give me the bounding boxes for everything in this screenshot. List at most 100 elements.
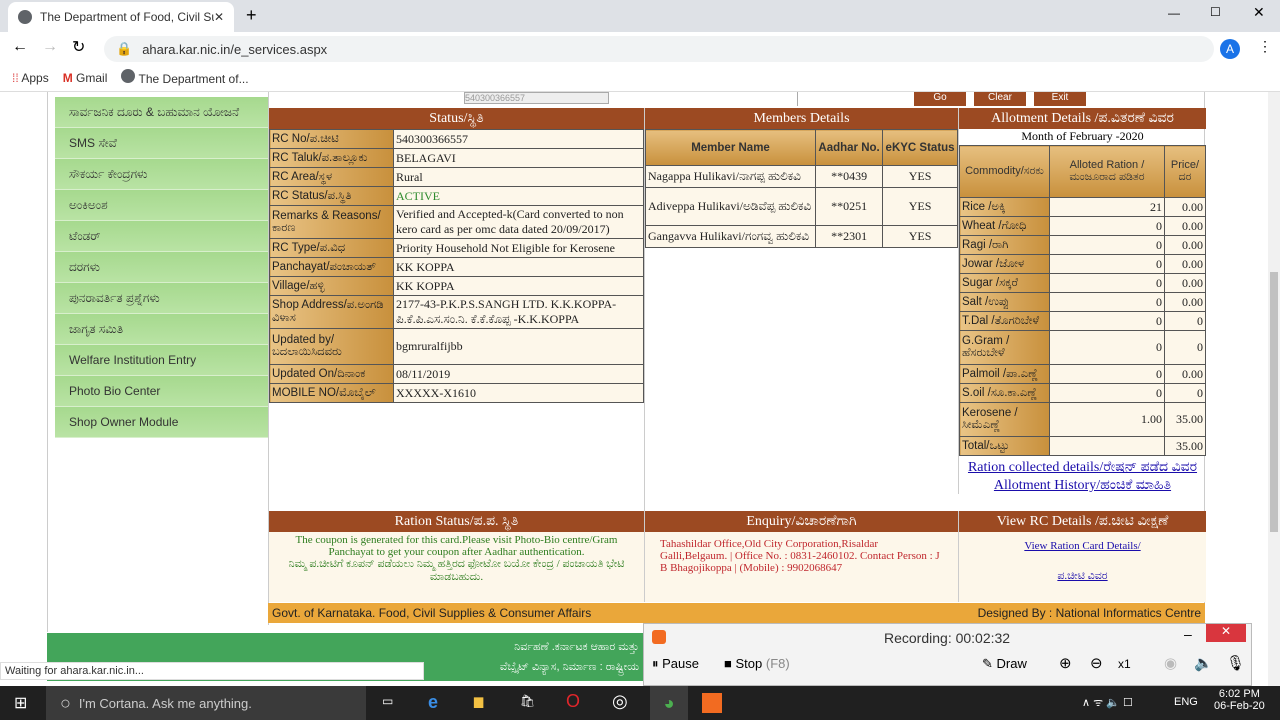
recorder-minimize-button[interactable]: – [1184,626,1192,642]
commodity-price: 0.00 [1163,364,1207,384]
sidebar-item[interactable]: ಜಾಗೃತ ಸಮಿತಿ [55,314,270,345]
view-ration-card-link-kn[interactable]: ಪ.ಚೀಟಿ ವಿವರ [1057,570,1107,582]
clear-button[interactable]: Clear [974,92,1026,106]
ration-status-message: The coupon is generated for this card.Pl… [295,534,618,558]
member-row: Nagappa Hulikavi/ನಾಗಪ್ಪ ಹುಲಿಕವಿ **0439 YES [644,165,958,188]
view-ration-card-link[interactable]: View Ration Card Details/ [1024,540,1140,552]
microphone-icon[interactable]: 🎙 [1226,654,1245,672]
ration-card-panel: 540300366557 Go Clear Exit Status/ಸ್ಥಿತಿ… [268,92,1207,625]
store-icon[interactable]: 🛍 [520,694,535,708]
speaker-icon[interactable]: 🔈 [1194,654,1213,672]
tab-title: The Department of Food, Civil Su [40,10,214,24]
file-explorer-icon[interactable]: ▆ [474,694,483,708]
reload-icon[interactable]: ↻ [72,37,85,57]
webcam-icon[interactable]: ◉ [1164,654,1177,672]
allotment-row: T.Dal /ತೊಗರಿಬೇಳೆ 0 0 [959,311,1207,331]
status-row: Shop Address/ಪ.ಅಂಗಡಿ ವಿಳಾಸ 2177-43-P.K.P.… [269,295,644,329]
close-window-button[interactable]: ✕ [1253,4,1265,21]
allotment-column-header: Alloted Ration /ಮಂಜೂರಾದ ಪಡಿತರ [1049,145,1165,198]
new-tab-button[interactable]: + [246,5,257,26]
sidebar-item[interactable]: ದರಗಳು [55,252,270,283]
allotment-row: Total/ಒಟ್ಟು 35.00 [959,436,1207,456]
zoom-out-icon[interactable]: ⊖ [1090,654,1103,672]
recorder-taskbar-icon[interactable] [702,693,722,713]
rc-number-input[interactable]: 540300366557 [464,92,609,104]
commodity-name: Total/ಒಟ್ಟು [959,436,1050,456]
view-rc-section: View Ration Card Details/ ಪ.ಚೀಟಿ ವಿವರ [958,532,1206,602]
members-table: Member Name Aadhar No. eKYC Status Nagappa … [644,129,958,248]
allotted-quantity: 0 [1049,216,1165,236]
clock[interactable]: 6:02 PM 06-Feb-20 [1214,688,1265,712]
back-icon[interactable]: ← [12,38,28,56]
sidebar: ಸಾರ್ವಜನಿಕ ದೂರು & ಬಹುಮಾನ ಯೋಜನೆ SMS ಸೇವೆ ಸೌಕ… [55,97,270,438]
bookmark-gmail[interactable]: M Gmail [63,71,108,85]
bookmark-apps[interactable]: ⁞⁞ Apps [12,71,49,85]
footer-left: Govt. of Karnataka. Food, Civil Supplies… [272,606,592,620]
status-value: Priority Household Not Eligible for Kero… [393,238,644,258]
sidebar-item[interactable]: ಸೌಕರ್ಯ ಕೇಂದ್ರಗಳು [55,159,270,190]
commodity-price: 0 [1163,383,1207,403]
ration-collected-link[interactable]: Ration collected details/ರೇಷನ್ ಪಡೆದ ವಿವರ [968,460,1197,475]
zoom-level: x1 [1118,657,1131,671]
pause-button[interactable]: ⏸ Pause [652,656,699,672]
allotted-quantity [1049,436,1165,456]
status-label: Village/ಹಳ್ಳಿ [269,276,394,296]
task-view-icon[interactable]: ▭ [382,694,393,708]
sidebar-item[interactable]: ಟೆಂಡರ್ [55,221,270,252]
forward-icon[interactable]: → [42,38,58,56]
commodity-price: 0 [1163,330,1207,365]
exit-button[interactable]: Exit [1034,92,1086,106]
sidebar-item[interactable]: ಸಾರ್ವಜನಿಕ ದೂರು & ಬಹುಮಾನ ಯೋಜನೆ [55,97,270,128]
status-label: Shop Address/ಪ.ಅಂಗಡಿ ವಿಳಾಸ [269,295,394,329]
lock-icon: 🔒 [116,41,133,56]
edge-icon[interactable]: e [428,692,438,713]
allotment-row: Sugar /ಸಕ್ಕರೆ 0 0.00 [959,273,1207,293]
status-value: Verified and Accepted-k(Card converted t… [393,205,644,239]
members-header-row: Member Name Aadhar No. eKYC Status [644,129,958,166]
status-label: Updated On/ದಿನಾಂಕ [269,364,394,384]
cortana-search[interactable]: ○ I'm Cortana. Ask me anything. [46,686,366,720]
sidebar-item[interactable]: Photo Bio Center [55,376,270,407]
minimize-button[interactable]: — [1168,6,1180,20]
commodity-price: 0.00 [1163,273,1207,293]
recording-label: Recording: [884,630,952,646]
allotment-history-link[interactable]: Allotment History/ಹಂಚಿಕೆ ಮಾಹಿತಿ [994,478,1171,493]
windows-start-icon[interactable]: ⊞ [14,693,27,713]
recording-time: 00:02:32 [955,630,1011,646]
zoom-in-icon[interactable]: ⊕ [1059,654,1072,672]
sidebar-item[interactable]: SMS ಸೇವೆ [55,128,270,159]
commodity-name: Jowar /ಜೋಳ [959,254,1050,274]
status-value: BELAGAVI [393,148,644,168]
stop-button[interactable]: ■ Stop (F8) [724,656,790,671]
menu-icon[interactable]: ⋮ [1258,38,1272,55]
recorder-close-button[interactable]: ✕ [1206,624,1246,642]
sidebar-item[interactable]: Shop Owner Module [55,407,270,438]
address-bar[interactable]: 🔒 ahara.kar.nic.in/e_services.aspx [104,36,1214,62]
enquiry-text: Tahashildar Office,Old City Corporation,… [644,532,958,602]
language-indicator[interactable]: ENG [1174,696,1198,708]
maximize-button[interactable]: ☐ [1210,5,1221,19]
page-scrollbar[interactable] [1268,92,1280,686]
browser-tab[interactable]: The Department of Food, Civil Su ✕ [8,2,234,32]
members-header: Members Details [645,108,958,129]
close-tab-icon[interactable]: ✕ [214,10,224,24]
status-value: Rural [393,167,644,187]
chrome-icon[interactable]: ◕ [650,686,688,720]
draw-button[interactable]: ✎ Draw [982,656,1027,672]
commodity-price: 35.00 [1163,436,1207,456]
app-icon[interactable]: ◎ [612,691,628,712]
taskbar: ⊞ ○ I'm Cortana. Ask me anything. ▭ e ▆ 🛍… [0,686,1280,720]
footer-maintained-by: ನಿರ್ವಹಣೆ .ಕರ್ನಾಟಕ ಆಹಾರ ಮತ್ತು [514,641,639,653]
tray-icons[interactable]: ∧ ᯤ 🔈 ☐ [1082,695,1133,710]
opera-icon[interactable]: O [566,691,580,712]
commodity-price: 0.00 [1163,216,1207,236]
sidebar-item[interactable]: Welfare Institution Entry [55,345,270,376]
bookmark-department[interactable]: The Department of... [121,69,249,86]
commodity-name: Ragi /ರಾಗಿ [959,235,1050,255]
go-button[interactable]: Go [914,92,966,106]
sidebar-item[interactable]: ಅಂಕಿಅಂಶ [55,190,270,221]
globe-icon [121,69,136,83]
avatar[interactable]: A [1220,39,1240,59]
sidebar-item[interactable]: ಪುನರಾವರ್ತಿತ ಪ್ರಶ್ನೆಗಳು [55,283,270,314]
status-label: RC Type/ಪ.ವಿಧ [269,238,394,258]
